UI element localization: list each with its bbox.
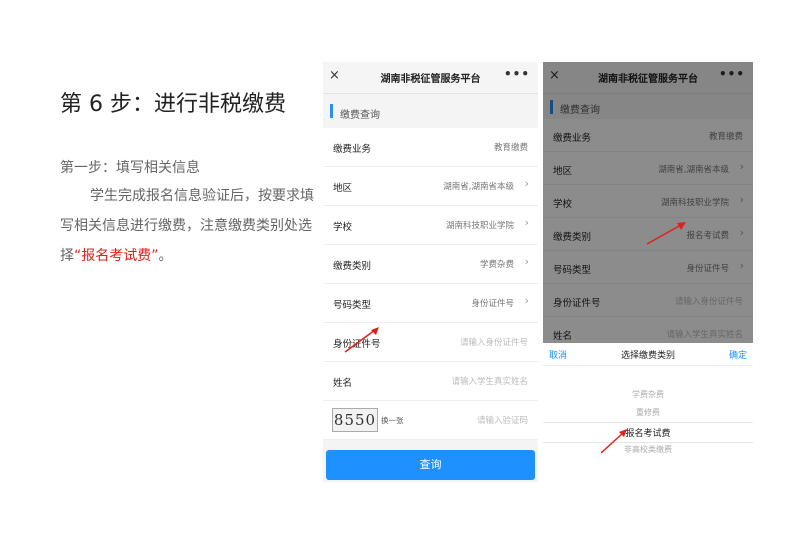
chevron-right-icon: › — [524, 216, 529, 229]
picker-option[interactable]: 重修费 — [543, 407, 753, 418]
row-value: 湖南科技职业学院 — [445, 221, 514, 231]
instruction-highlight: “报名考试费” — [74, 248, 159, 264]
slide-title: 第 6 步：进行非税缴费 — [60, 92, 286, 117]
row-value: 教育缴费 — [493, 143, 528, 153]
picker-toolbar: 取消 选择缴费类别 确定 — [543, 343, 753, 366]
picker-title: 选择缴费类别 — [620, 351, 675, 361]
form-rows: 缴费业务 教育缴费 地区 湖南省,湖南省本级 › 学校 湖南科技职业学院 › 缴… — [323, 128, 538, 440]
captcha-refresh-link[interactable]: 换一张 — [381, 415, 404, 426]
phone-screenshot-form: × 湖南非税征管服务平台 ••• 缴费查询 缴费业务 教育缴费 地区 湖南省,湖… — [323, 62, 538, 482]
row-captcha: 8550 换一张 请输入验证码 — [323, 401, 538, 440]
instruction-post: 。 — [158, 248, 173, 264]
picker-option[interactable]: 学费杂费 — [543, 389, 753, 400]
section-accent-bar — [330, 104, 333, 118]
id-number-input[interactable]: 请输入身份证件号 — [460, 336, 528, 348]
picker-confirm-button[interactable]: 确定 — [729, 348, 747, 361]
phone-screenshot-picker: × 湖南非税征管服务平台 ••• 缴费查询 缴费业务 教育缴费 地区 湖南省,湖… — [543, 62, 753, 482]
chevron-right-icon: › — [524, 177, 529, 190]
app-header: × 湖南非税征管服务平台 ••• — [323, 62, 538, 94]
name-input[interactable]: 请输入学生真实姓名 — [451, 375, 528, 387]
row-label: 学校 — [333, 222, 353, 233]
row-payment-business[interactable]: 缴费业务 教育缴费 — [323, 128, 538, 167]
row-name[interactable]: 姓名 请输入学生真实姓名 — [323, 362, 538, 401]
more-icon[interactable]: ••• — [504, 67, 530, 81]
red-arrow-icon — [600, 429, 627, 454]
row-payment-category[interactable]: 缴费类别 学费杂费 › — [323, 245, 538, 284]
row-label: 姓名 — [333, 378, 353, 389]
row-value: 身份证件号 — [471, 299, 514, 309]
picker-option[interactable]: 非高校类缴费 — [543, 444, 753, 455]
instruction-text: 学生完成报名信息验证后，按要求填写相关信息进行缴费，注意缴费类别处选择“报名考试… — [60, 181, 315, 271]
row-label: 地区 — [333, 183, 353, 194]
row-region[interactable]: 地区 湖南省,湖南省本级 › — [323, 167, 538, 206]
chevron-right-icon: › — [524, 255, 529, 268]
query-button[interactable]: 查询 — [326, 450, 535, 480]
picker-option-selected[interactable]: 报名考试费 — [543, 422, 753, 443]
row-label: 缴费类别 — [333, 261, 372, 272]
row-label: 号码类型 — [333, 300, 372, 311]
row-value: 湖南省,湖南省本级 — [443, 182, 514, 192]
captcha-image: 8550 — [332, 408, 378, 432]
chevron-right-icon: › — [524, 294, 529, 307]
row-id-type[interactable]: 号码类型 身份证件号 › — [323, 284, 538, 323]
row-label: 缴费业务 — [333, 144, 372, 155]
step-label: 第一步：填写相关信息 — [60, 160, 200, 176]
section-header: 缴费查询 — [323, 94, 538, 128]
captcha-input[interactable]: 请输入验证码 — [477, 414, 528, 426]
modal-overlay[interactable] — [543, 62, 753, 343]
row-school[interactable]: 学校 湖南科技职业学院 › — [323, 206, 538, 245]
red-arrow-icon — [344, 327, 379, 353]
row-value: 学费杂费 — [479, 260, 514, 270]
red-arrow-icon — [646, 222, 686, 245]
section-title: 缴费查询 — [340, 110, 380, 121]
